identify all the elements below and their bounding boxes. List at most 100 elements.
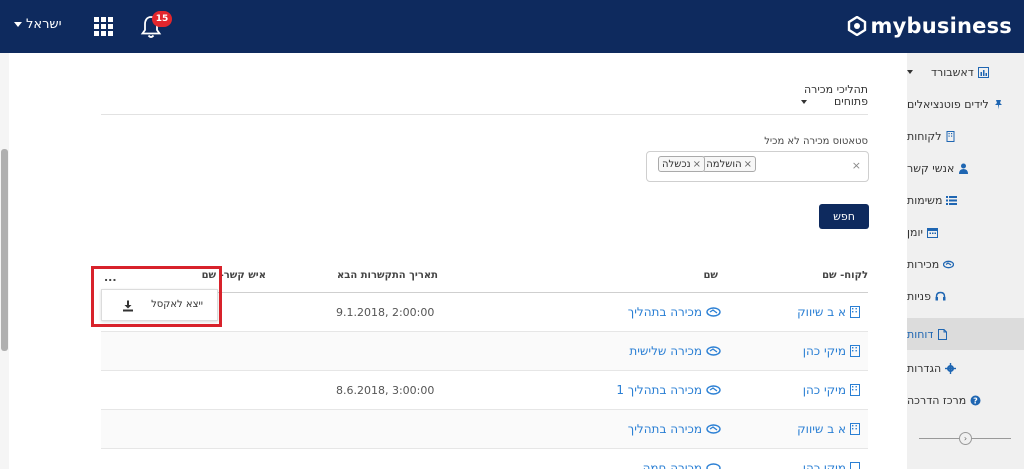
sidebar-item-label: פניות — [907, 289, 931, 303]
sidebar-item-inquiries[interactable]: פניות — [907, 280, 1024, 312]
user-name: ישראל — [26, 17, 62, 32]
list-icon — [946, 195, 958, 205]
sidebar-item-customers[interactable]: לקוחות — [907, 120, 1024, 152]
status-tags-input[interactable]: × × הושלמה × נכשלה — [646, 151, 869, 182]
search-button[interactable]: חפש — [819, 204, 869, 229]
building-icon — [850, 423, 860, 435]
customer-name: א ב שיווק — [797, 422, 846, 436]
tag-remove-icon[interactable]: × — [744, 159, 752, 170]
gear-icon — [945, 362, 957, 374]
table-row[interactable]: מיקי כהן מכירה חמה — [101, 449, 868, 469]
calendar-icon — [926, 227, 938, 238]
logo-text: mybusiness — [870, 14, 1012, 38]
highlight-box — [91, 266, 222, 327]
sidebar-item-contacts[interactable]: אנשי קשר — [907, 152, 1024, 184]
logo-mark-icon — [847, 16, 866, 36]
table-row[interactable]: מיקי כהן מכירה בתהליך 1 8.6.2018, 3:00:0… — [101, 371, 868, 410]
svg-text:?: ? — [973, 396, 978, 405]
sidebar-item-label: מרכז הדרכה — [907, 393, 967, 407]
handshake-icon — [706, 424, 721, 434]
customer-name: מיקי כהן — [802, 344, 846, 358]
sidebar-item-tasks[interactable]: משימות — [907, 184, 1024, 216]
sale-name: מכירה חמה — [642, 461, 702, 469]
customer-name: מיקי כהן — [802, 383, 846, 397]
sale-name: מכירה בתהליך — [627, 422, 702, 436]
logo[interactable]: mybusiness — [847, 12, 1012, 40]
clear-icon[interactable]: × — [852, 159, 861, 172]
column-header-customer-name[interactable]: לקוח- שם — [822, 270, 868, 281]
customer-name: מיקי כהן — [802, 461, 846, 469]
process-filter-line2: פתוחים — [833, 95, 868, 108]
sidebar-item-training-center[interactable]: ? מרכז הדרכה — [907, 384, 1024, 416]
next-contact-date: 8.6.2018, 3:00:00 — [336, 384, 435, 397]
table-row[interactable]: א ב שיווק מכירה בתהליך — [101, 410, 868, 449]
customer-link[interactable]: מיקי כהן — [803, 383, 860, 397]
column-header-name[interactable]: שם — [703, 270, 718, 281]
caret-down-icon[interactable] — [801, 100, 807, 104]
sidebar-item-leads[interactable]: לידים פוטנציאלים — [907, 88, 1024, 120]
question-icon: ? — [970, 395, 981, 405]
sidebar-item-label: מכירות — [907, 257, 940, 271]
tag-remove-icon[interactable]: × — [693, 159, 701, 170]
building-icon — [850, 462, 860, 469]
sidebar-item-label: לקוחות — [907, 129, 942, 143]
sale-link[interactable]: מכירה בתהליך 1 — [616, 383, 721, 397]
user-menu[interactable]: ישראל — [14, 17, 62, 32]
tag-label: הושלמה — [706, 158, 742, 170]
apps-grid-icon[interactable] — [94, 17, 114, 36]
building-icon — [850, 345, 860, 357]
caret-down-icon — [14, 22, 22, 27]
handshake-icon — [943, 260, 955, 268]
sidebar-item-label: הגדרות — [907, 361, 942, 375]
headset-icon — [935, 291, 946, 300]
customer-link[interactable]: א ב שיווק — [797, 305, 860, 319]
sidebar: דאשבורד לידים פוטנציאלים לקוחות אנשי קשר… — [907, 53, 1024, 469]
tag-completed: × הושלמה — [702, 156, 756, 172]
top-bar: ישראל 15 mybusiness — [0, 0, 1024, 53]
tag-failed: × נכשלה — [658, 156, 705, 172]
status-filter-label: סטאטוס מכירה לא מכיל — [764, 136, 868, 147]
process-filter-select[interactable]: תהליכי מכירה פתוחים — [804, 84, 868, 108]
sidebar-item-label: דוחות — [907, 327, 934, 341]
notification-badge: 15 — [152, 11, 172, 27]
sale-name: מכירה בתהליך — [627, 305, 702, 319]
collapse-sidebar-icon[interactable]: › — [959, 432, 972, 445]
handshake-icon — [706, 346, 721, 356]
sidebar-item-label: אנשי קשר — [907, 161, 955, 175]
table-row[interactable]: מיקי כהן מכירה שלישית — [101, 332, 868, 371]
tag-label: נכשלה — [662, 158, 691, 170]
handshake-icon — [706, 463, 721, 469]
customer-link[interactable]: מיקי כהן — [803, 344, 860, 358]
sale-link[interactable]: מכירה בתהליך — [628, 305, 721, 319]
sidebar-item-label: דאשבורד — [931, 65, 974, 79]
pin-icon — [994, 99, 1002, 109]
sidebar-item-settings[interactable]: הגדרות — [907, 352, 1024, 384]
sidebar-item-label: משימות — [907, 193, 943, 207]
sidebar-item-reports[interactable]: דוחות — [907, 318, 1024, 350]
next-contact-date: 9.1.2018, 2:00:00 — [336, 306, 435, 319]
sale-name: מכירה שלישית — [629, 344, 702, 358]
sidebar-item-label: לידים פוטנציאלים — [907, 97, 989, 111]
customer-link[interactable]: א ב שיווק — [797, 422, 860, 436]
customer-link[interactable]: מיקי כהן — [803, 461, 860, 469]
sidebar-item-label: יומן — [907, 225, 923, 239]
sidebar-item-calendar[interactable]: יומן — [907, 216, 1024, 248]
scrollbar-thumb[interactable] — [1, 149, 8, 351]
caret-down-icon — [907, 70, 913, 74]
column-header-next-contact-date[interactable]: תאריך התקשרות הבא — [337, 270, 438, 281]
sidebar-item-dashboard[interactable]: דאשבורד — [907, 56, 1024, 88]
building-icon — [850, 306, 860, 318]
divider — [101, 114, 868, 115]
sale-name: מכירה בתהליך 1 — [616, 383, 702, 397]
page-scrollbar[interactable] — [0, 53, 9, 469]
customer-name: א ב שיווק — [797, 305, 846, 319]
building-icon — [946, 130, 955, 142]
sale-link[interactable]: מכירה חמה — [643, 461, 721, 469]
sale-link[interactable]: מכירה בתהליך — [628, 422, 721, 436]
handshake-icon — [706, 385, 721, 395]
sale-link[interactable]: מכירה שלישית — [629, 344, 721, 358]
building-icon — [850, 384, 860, 396]
bar-chart-icon — [977, 66, 989, 78]
user-icon — [959, 163, 969, 174]
sidebar-item-sales[interactable]: מכירות — [907, 248, 1024, 280]
